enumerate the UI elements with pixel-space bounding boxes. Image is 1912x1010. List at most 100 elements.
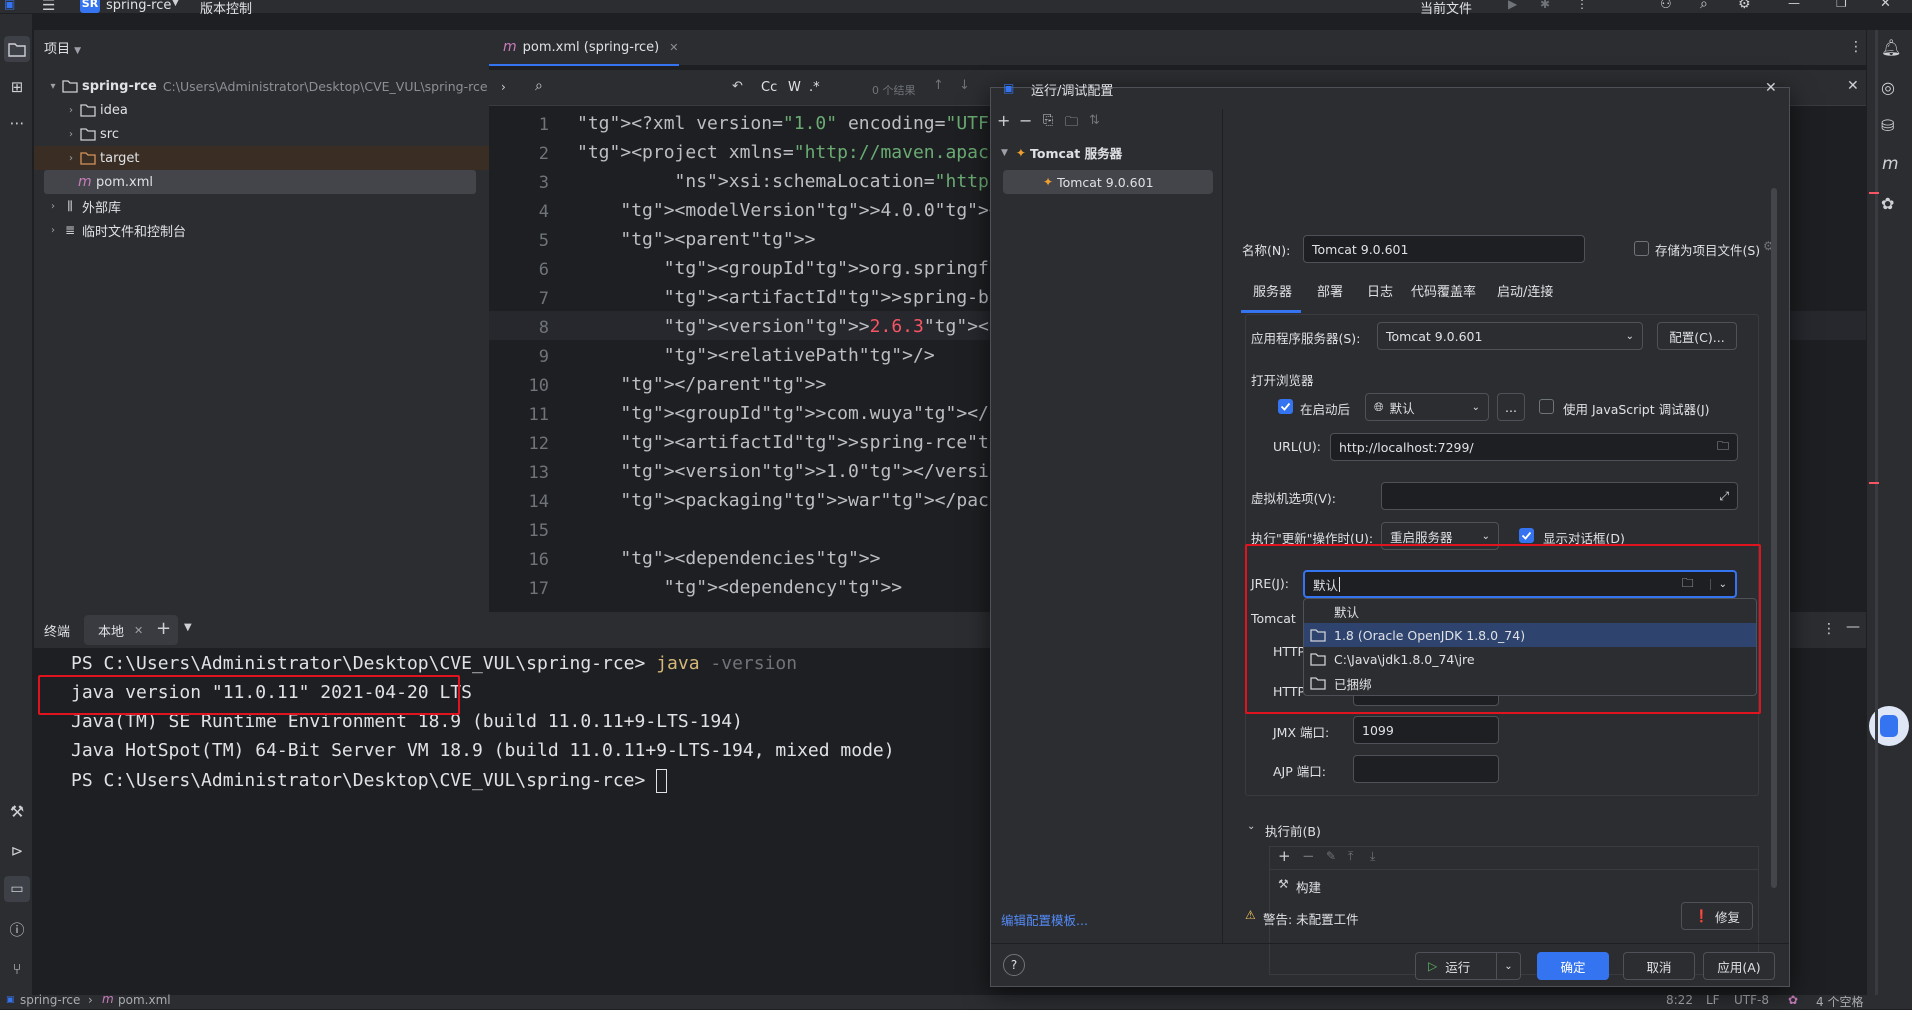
tree-item-scratches[interactable]: › ≣ 临时文件和控制台 (34, 218, 489, 242)
minimize-icon[interactable]: — (1788, 0, 1800, 10)
sort-icon[interactable]: ⇅ (1089, 113, 1100, 128)
copy-config-icon[interactable]: ⎘ (1043, 113, 1053, 128)
main-menu-icon[interactable]: ☰ (42, 0, 55, 14)
add-terminal-icon[interactable]: + (156, 618, 171, 639)
configure-button[interactable]: 配置(C)... (1657, 322, 1737, 350)
tree-item-target[interactable]: › target (34, 146, 489, 170)
show-dialog-checkbox[interactable] (1519, 528, 1534, 543)
structure-tool-button[interactable]: ⊞ (4, 74, 30, 100)
tree-item-tomcat-config[interactable]: ✦ Tomcat 9.0.601 (1003, 170, 1213, 194)
search-icon[interactable]: ⌕ (1700, 0, 1708, 12)
chevron-down-icon[interactable]: ⌄ (1496, 953, 1520, 979)
line-separator[interactable]: LF (1706, 993, 1720, 1007)
js-debugger-checkbox[interactable] (1539, 399, 1554, 414)
chevron-down-icon[interactable]: ▼ (184, 622, 192, 633)
tab-logs[interactable]: 日志 (1367, 281, 1393, 300)
notifications-icon[interactable]: 🔔︎ (1881, 38, 1901, 57)
more-actions-icon[interactable]: ⋮ (1576, 0, 1588, 11)
close-window-icon[interactable]: ✕ (1880, 0, 1891, 11)
close-tab-icon[interactable]: ✕ (134, 624, 143, 637)
ai-assistant-icon[interactable]: ◎ (1881, 78, 1895, 97)
add-config-icon[interactable]: + (997, 111, 1010, 130)
more-tools-button[interactable]: ⋯ (4, 110, 30, 136)
tab-pom-xml[interactable]: m pom.xml (spring-rce) ✕ (489, 30, 679, 66)
breadcrumb-project[interactable]: spring-rce (20, 993, 80, 1007)
build-tool-button[interactable]: ⚒ (4, 798, 30, 824)
indent-setting[interactable]: 4 个空格 (1816, 993, 1863, 1010)
browser-select[interactable]: 🌐︎ 默认 ⌄ (1365, 393, 1489, 421)
breadcrumb-file[interactable]: pom.xml (118, 993, 171, 1007)
ok-button[interactable]: 确定 (1537, 952, 1609, 980)
hide-panel-icon[interactable]: — (1846, 619, 1860, 635)
close-dialog-icon[interactable]: ✕ (1765, 80, 1777, 96)
tree-item-src[interactable]: › src (34, 122, 489, 146)
problems-tool-button[interactable]: ⓘ (4, 916, 30, 942)
search-icon[interactable]: ⌕ (535, 78, 543, 94)
match-case-toggle[interactable]: Cc (761, 80, 777, 95)
help-icon[interactable]: ? (1003, 954, 1025, 976)
edit-task-icon[interactable]: ✎ (1326, 849, 1336, 863)
caret-position[interactable]: 8:22 (1666, 993, 1693, 1007)
app-server-select[interactable]: Tomcat 9.0.601 ⌄ (1377, 322, 1643, 350)
tree-item-idea[interactable]: › idea (34, 98, 489, 122)
remove-task-icon[interactable]: − (1302, 847, 1315, 865)
run-button[interactable]: ▷ 运行 ⌄ (1415, 952, 1521, 980)
expand-arrow-icon[interactable]: › (501, 80, 506, 94)
whole-words-toggle[interactable]: W (788, 80, 801, 95)
database-icon[interactable]: ⛁ (1881, 116, 1894, 135)
arrow-up-icon[interactable]: ↑ (933, 78, 944, 93)
more-icon[interactable]: ⋮ (1822, 621, 1836, 637)
ajp-port-field[interactable] (1353, 755, 1499, 783)
edit-templates-link[interactable]: 编辑配置模板... (1001, 910, 1088, 929)
move-to-folder-icon[interactable]: 🗀︎ (1065, 113, 1078, 135)
dialog-scrollbar[interactable] (1771, 188, 1777, 888)
build-task-item[interactable]: 构建 (1296, 877, 1321, 896)
tab-startup-connection[interactable]: 启动/连接 (1497, 281, 1553, 300)
project-switcher[interactable]: spring-rce (106, 0, 171, 13)
more-icon[interactable]: ⋮ (1849, 39, 1863, 55)
vm-options-field[interactable]: ⤢ (1381, 482, 1738, 510)
editor-scrollbar[interactable] (1875, 30, 1878, 995)
maven-icon[interactable]: m (1882, 154, 1899, 174)
tab-server[interactable]: 服务器 (1253, 281, 1292, 300)
apply-button[interactable]: 应用(A) (1703, 952, 1775, 980)
fix-button[interactable]: ❗ 修复 (1681, 902, 1753, 930)
store-as-project-file-checkbox[interactable] (1634, 241, 1649, 256)
url-field[interactable]: http://localhost:7299/ 🗀︎ (1330, 433, 1738, 461)
browser-more-button[interactable]: ... (1497, 393, 1525, 421)
regex-toggle[interactable]: .* (809, 80, 820, 95)
terminal-tool-button[interactable]: ▭ (4, 876, 30, 902)
add-task-icon[interactable]: + (1278, 847, 1291, 865)
add-user-icon[interactable]: ⚇ (1660, 0, 1672, 12)
maximize-icon[interactable]: ❐ (1836, 0, 1847, 10)
arrow-down-icon[interactable]: ↓ (959, 78, 970, 93)
git-tool-button[interactable]: ⑂ (4, 956, 30, 982)
jmx-port-field[interactable]: 1099 (1353, 716, 1499, 744)
name-field[interactable]: Tomcat 9.0.601 (1303, 235, 1585, 263)
tab-code-coverage[interactable]: 代码覆盖率 (1411, 281, 1476, 300)
plugin-status-icon[interactable]: ✿ (1788, 993, 1798, 1007)
tree-group-tomcat[interactable]: ▼ ✦ Tomcat 服务器 (1001, 143, 1122, 162)
file-encoding[interactable]: UTF-8 (1734, 993, 1769, 1007)
move-down-icon[interactable]: ⤓ (1370, 849, 1375, 864)
tab-deployment[interactable]: 部署 (1317, 281, 1343, 300)
run-config-selector[interactable]: 当前文件 (1420, 0, 1472, 17)
remove-config-icon[interactable]: − (1019, 111, 1032, 130)
gear-icon[interactable]: ⚙ (1738, 0, 1751, 12)
run-icon[interactable]: ▶ (1508, 0, 1517, 11)
move-up-icon[interactable]: ⤒ (1348, 849, 1353, 864)
folder-icon[interactable]: 🗀︎ (1717, 437, 1729, 458)
tree-item-libraries[interactable]: › ⫼ 外部库 (34, 194, 489, 218)
cancel-button[interactable]: 取消 (1623, 952, 1695, 980)
tree-item-pom[interactable]: m pom.xml (44, 170, 476, 194)
after-launch-checkbox[interactable] (1278, 399, 1293, 414)
close-tab-icon[interactable]: ✕ (669, 41, 678, 54)
expand-arrow-icon[interactable]: ⌄ (1247, 821, 1255, 832)
expand-icon[interactable]: ⤢ (1719, 489, 1729, 504)
debug-icon[interactable]: ✱ (1540, 0, 1550, 11)
tree-root[interactable]: ▾ spring-rce C:\Users\Administrator\Desk… (34, 74, 489, 98)
services-tool-button[interactable]: ⊳ (4, 838, 30, 864)
close-find-icon[interactable]: ✕ (1847, 78, 1859, 94)
project-panel-title[interactable]: 项目 ▼ (44, 38, 81, 57)
vcs-menu[interactable]: 版本控制 (200, 0, 252, 17)
